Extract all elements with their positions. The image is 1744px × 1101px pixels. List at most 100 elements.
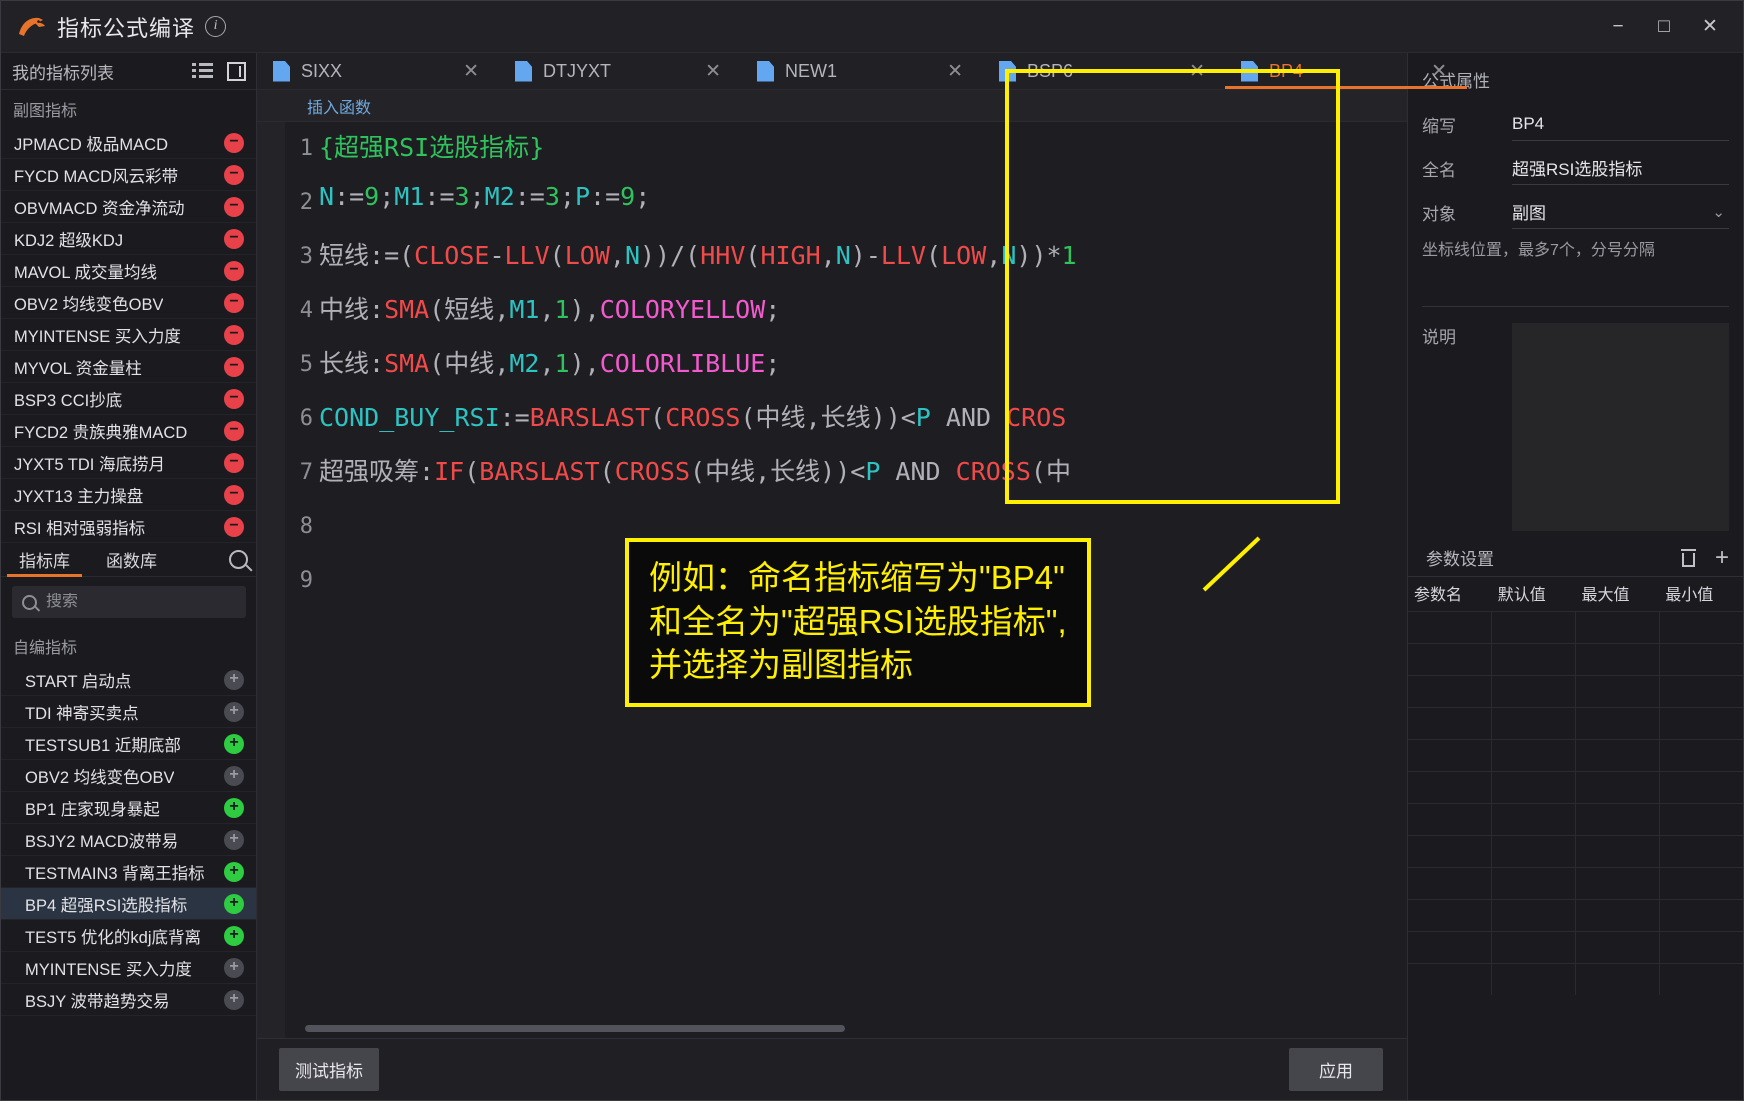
remove-badge[interactable]: − xyxy=(224,260,244,281)
table-row[interactable] xyxy=(1408,835,1743,867)
remove-badge[interactable]: − xyxy=(224,484,244,505)
table-cell[interactable] xyxy=(1491,964,1575,995)
file-tab[interactable]: BSP6 ✕ xyxy=(983,53,1225,89)
table-row[interactable] xyxy=(1408,899,1743,931)
fullname-field[interactable]: 超强RSI选股指标 xyxy=(1512,151,1729,185)
table-row[interactable] xyxy=(1408,803,1743,835)
trash-icon[interactable] xyxy=(1680,548,1697,567)
search-box[interactable] xyxy=(12,586,253,618)
remove-badge[interactable]: − xyxy=(224,324,244,345)
table-cell[interactable] xyxy=(1575,868,1659,899)
object-select[interactable]: 副图 ⌄ xyxy=(1512,195,1729,229)
table-cell[interactable] xyxy=(1491,804,1575,835)
close-icon[interactable]: ✕ xyxy=(443,62,499,81)
table-cell[interactable] xyxy=(1575,612,1659,643)
search-input[interactable] xyxy=(46,593,253,611)
list-item[interactable]: FYCD2 贵族典雅MACD − xyxy=(1,415,256,447)
test-indicator-button[interactable]: 测试指标 xyxy=(279,1048,379,1091)
code-line[interactable]: 短线:=(CLOSE-LLV(LOW,N))/(HHV(HIGH,N)-LLV(… xyxy=(319,236,1077,272)
table-cell[interactable] xyxy=(1408,868,1491,899)
table-cell[interactable] xyxy=(1491,676,1575,707)
table-cell[interactable] xyxy=(1491,900,1575,931)
code-line[interactable]: 长线:SMA(中线,M2,1),COLORLIBLUE; xyxy=(319,344,780,380)
table-row[interactable] xyxy=(1408,643,1743,675)
remove-badge[interactable]: − xyxy=(224,420,244,441)
table-cell[interactable] xyxy=(1491,644,1575,675)
list-item[interactable]: MYINTENSE 买入力度 − xyxy=(1,319,256,351)
add-badge[interactable]: + xyxy=(224,797,244,818)
remove-badge[interactable]: − xyxy=(224,292,244,313)
list-item[interactable]: BP4 超强RSI选股指标 + xyxy=(1,888,256,920)
list-item[interactable]: BSJY 波带趋势交易 + xyxy=(1,984,256,1016)
table-cell[interactable] xyxy=(1491,836,1575,867)
library-tab[interactable]: 函数库 xyxy=(88,543,175,577)
table-cell[interactable] xyxy=(1659,740,1743,771)
table-cell[interactable] xyxy=(1575,644,1659,675)
list-item[interactable]: TESTSUB1 近期底部 + xyxy=(1,728,256,760)
table-cell[interactable] xyxy=(1408,804,1491,835)
add-badge[interactable]: + xyxy=(224,829,244,850)
add-badge[interactable]: + xyxy=(224,861,244,882)
table-row[interactable] xyxy=(1408,611,1743,643)
table-cell[interactable] xyxy=(1408,708,1491,739)
table-cell[interactable] xyxy=(1408,836,1491,867)
table-cell[interactable] xyxy=(1575,708,1659,739)
list-item[interactable]: TEST5 优化的kdj底背离 + xyxy=(1,920,256,952)
list-item[interactable]: OBVMACD 资金净流动 − xyxy=(1,191,256,223)
add-badge[interactable]: + xyxy=(224,957,244,978)
list-item[interactable]: OBV2 均线变色OBV − xyxy=(1,287,256,319)
code-line[interactable]: 中线:SMA(短线,M1,1),COLORYELLOW; xyxy=(319,290,780,326)
file-tab[interactable]: DTJYXT ✕ xyxy=(499,53,741,89)
remove-badge[interactable]: − xyxy=(224,356,244,377)
list-item[interactable]: JYXT13 主力操盘 − xyxy=(1,479,256,511)
list-item[interactable]: START 启动点 + xyxy=(1,664,256,696)
table-row[interactable] xyxy=(1408,675,1743,707)
table-row[interactable] xyxy=(1408,963,1743,995)
list-item[interactable]: TESTMAIN3 背离王指标 + xyxy=(1,856,256,888)
add-badge[interactable]: + xyxy=(224,765,244,786)
table-cell[interactable] xyxy=(1408,740,1491,771)
table-cell[interactable] xyxy=(1491,868,1575,899)
table-cell[interactable] xyxy=(1659,676,1743,707)
list-item[interactable]: BSP3 CCI抄底 − xyxy=(1,383,256,415)
table-row[interactable] xyxy=(1408,867,1743,899)
list-item[interactable]: TDI 神寄买卖点 + xyxy=(1,696,256,728)
close-icon[interactable]: ✕ xyxy=(1411,62,1467,81)
table-cell[interactable] xyxy=(1408,772,1491,803)
table-cell[interactable] xyxy=(1491,772,1575,803)
code-line[interactable]: {超强RSI选股指标} xyxy=(319,128,544,164)
list-item[interactable]: MYINTENSE 买入力度 + xyxy=(1,952,256,984)
table-cell[interactable] xyxy=(1408,612,1491,643)
file-tab[interactable]: SIXX ✕ xyxy=(257,53,499,89)
table-row[interactable] xyxy=(1408,931,1743,963)
table-cell[interactable] xyxy=(1659,868,1743,899)
search-icon[interactable] xyxy=(229,550,248,569)
remove-badge[interactable]: − xyxy=(224,388,244,409)
table-cell[interactable] xyxy=(1659,644,1743,675)
table-cell[interactable] xyxy=(1575,740,1659,771)
list-item[interactable]: MAVOL 成交量均线 − xyxy=(1,255,256,287)
table-cell[interactable] xyxy=(1408,964,1491,995)
code-line[interactable]: N:=9;M1:=3;M2:=3;P:=9; xyxy=(319,182,650,211)
minimize-button[interactable]: − xyxy=(1595,7,1641,47)
table-cell[interactable] xyxy=(1408,900,1491,931)
table-cell[interactable] xyxy=(1408,644,1491,675)
chevron-down-icon[interactable]: ⌄ xyxy=(1712,203,1729,221)
table-row[interactable] xyxy=(1408,739,1743,771)
list-item[interactable]: BSJY2 MACD波带易 + xyxy=(1,824,256,856)
list-view-icon[interactable] xyxy=(192,63,213,79)
add-badge[interactable]: + xyxy=(224,989,244,1010)
table-row[interactable] xyxy=(1408,771,1743,803)
list-item[interactable]: OBV2 均线变色OBV + xyxy=(1,760,256,792)
info-icon[interactable]: i xyxy=(205,16,227,37)
description-textarea[interactable] xyxy=(1512,323,1729,531)
list-item[interactable]: JPMACD 极品MACD − xyxy=(1,127,256,159)
library-tab[interactable]: 指标库 xyxy=(1,543,88,577)
table-row[interactable] xyxy=(1408,707,1743,739)
table-cell[interactable] xyxy=(1659,804,1743,835)
scrollbar-thumb[interactable] xyxy=(305,1025,845,1032)
editor-horizontal-scrollbar[interactable] xyxy=(305,1025,1403,1032)
apply-button[interactable]: 应用 xyxy=(1289,1048,1383,1091)
panel-toggle-icon[interactable] xyxy=(227,61,246,81)
close-icon[interactable]: ✕ xyxy=(927,62,983,81)
